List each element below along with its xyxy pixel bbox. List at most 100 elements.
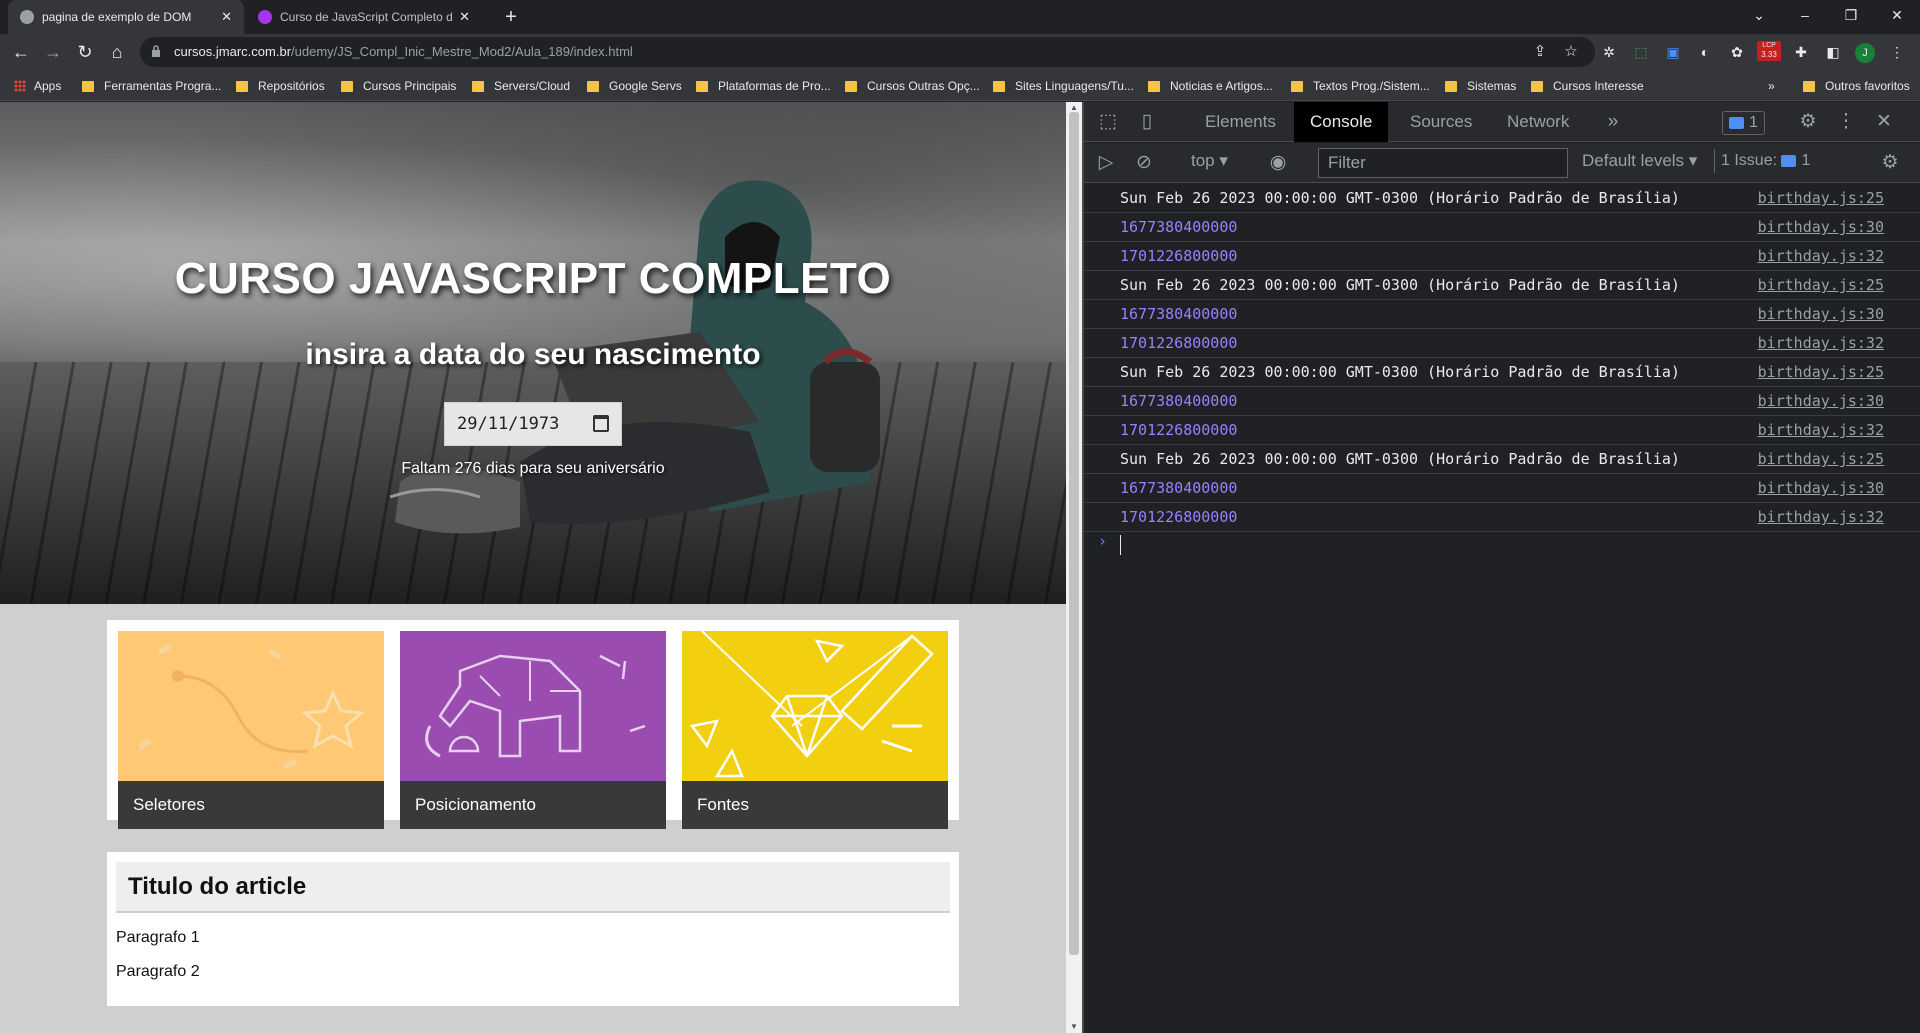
extension-flower-icon[interactable]: ✿ <box>1727 42 1747 62</box>
minimize-icon[interactable]: – <box>1782 0 1828 34</box>
extension-gear-icon[interactable]: ✲ <box>1599 42 1619 62</box>
source-link[interactable]: birthday.js:32 <box>1758 420 1884 441</box>
source-link[interactable]: birthday.js:25 <box>1758 275 1884 296</box>
log-levels-dropdown[interactable]: Default levels ▾ <box>1582 151 1697 171</box>
console-message-text: 1701226800000 <box>1120 508 1238 526</box>
card-posicionamento[interactable]: Posicionamento <box>400 631 666 829</box>
menu-kebab-icon[interactable]: ⋮ <box>1887 42 1907 62</box>
sidebar-toggle-icon[interactable]: ▷ <box>1094 151 1118 175</box>
side-panel-icon[interactable]: ◧ <box>1823 42 1843 62</box>
card-fontes[interactable]: Fontes <box>682 631 948 829</box>
card-image-stars <box>118 631 384 781</box>
birthdate-input[interactable]: 29/11/1973 <box>444 402 622 446</box>
close-window-icon[interactable]: ✕ <box>1874 0 1920 34</box>
messages-badge[interactable]: 1 <box>1722 111 1765 135</box>
bookmark-folder[interactable]: Repositórios <box>236 77 325 95</box>
console-message-text: 1677380400000 <box>1120 305 1238 323</box>
console-prompt[interactable]: › <box>1084 532 1920 558</box>
bookmark-folder[interactable]: Sites Linguagens/Tu... <box>993 77 1134 95</box>
card-label: Fontes <box>682 781 948 829</box>
tab-course[interactable]: Curso de JavaScript Completo do ✕ <box>246 0 482 34</box>
extensions-puzzle-icon[interactable]: ✚ <box>1791 42 1811 62</box>
forward-icon[interactable]: → <box>39 38 67 66</box>
console-message-row: 1701226800000 birthday.js:32 <box>1084 503 1920 532</box>
settings-gear-icon[interactable]: ⚙ <box>1796 110 1820 134</box>
console-settings-gear-icon[interactable]: ⚙ <box>1878 151 1902 175</box>
tab-network[interactable]: Network <box>1491 102 1585 142</box>
inspect-element-icon[interactable]: ⬚ <box>1096 110 1120 134</box>
tab-title: pagina de exemplo de DOM <box>42 10 192 24</box>
bookmark-folder[interactable]: Cursos Outras Opç... <box>845 77 980 95</box>
bookmarks-overflow-button[interactable]: » <box>1768 77 1775 95</box>
extension-icon[interactable]: ▣ <box>1663 42 1683 62</box>
folder-icon <box>1531 80 1543 92</box>
bookmark-apps[interactable]: Apps <box>14 77 61 95</box>
home-icon[interactable]: ⌂ <box>103 38 131 66</box>
article-section: Titulo do article Paragrafo 1 Paragrafo … <box>107 852 959 1006</box>
more-tabs-icon[interactable]: » <box>1601 110 1625 134</box>
source-link[interactable]: birthday.js:30 <box>1758 478 1884 499</box>
clear-console-icon[interactable]: ⊘ <box>1132 151 1156 175</box>
source-link[interactable]: birthday.js:25 <box>1758 188 1884 209</box>
folder-icon <box>341 80 353 92</box>
page-scrollbar-thumb[interactable] <box>1069 112 1079 955</box>
source-link[interactable]: birthday.js:25 <box>1758 362 1884 383</box>
bookmark-folder[interactable]: Ferramentas Progra... <box>82 77 221 95</box>
back-icon[interactable]: ← <box>7 38 35 66</box>
bookmark-folder[interactable]: Servers/Cloud <box>472 77 570 95</box>
bookmark-folder[interactable]: Cursos Interesse <box>1531 77 1644 95</box>
bookmark-folder[interactable]: Noticias e Artigos... <box>1148 77 1273 95</box>
console-filter-input[interactable]: Filter <box>1318 148 1568 178</box>
address-bar[interactable]: cursos.jmarc.com.br/udemy/JS_Compl_Inic_… <box>140 37 1595 67</box>
device-toolbar-icon[interactable]: ▯ <box>1135 110 1159 134</box>
tab-dom-example[interactable]: pagina de exemplo de DOM ✕ <box>8 0 244 34</box>
devtools-menu-icon[interactable]: ⋮ <box>1834 110 1858 134</box>
source-link[interactable]: birthday.js:25 <box>1758 449 1884 470</box>
context-selector[interactable]: top ▾ <box>1191 151 1228 171</box>
source-link[interactable]: birthday.js:32 <box>1758 333 1884 354</box>
console-log: Sun Feb 26 2023 00:00:00 GMT-0300 (Horár… <box>1084 184 1920 558</box>
live-expression-eye-icon[interactable]: ◉ <box>1266 151 1290 175</box>
source-link[interactable]: birthday.js:30 <box>1758 304 1884 325</box>
bookmark-folder[interactable]: Textos Prog./Sistem... <box>1291 77 1430 95</box>
issues-counter[interactable]: 1 Issue: 1 <box>1714 149 1816 173</box>
source-link[interactable]: birthday.js:30 <box>1758 217 1884 238</box>
globe-icon <box>20 10 34 24</box>
bookmark-folder[interactable]: Cursos Principais <box>341 77 456 95</box>
close-tab-icon[interactable]: ✕ <box>459 9 470 25</box>
issue-icon <box>1781 155 1797 167</box>
card-seletores[interactable]: Seletores <box>118 631 384 829</box>
console-message-row: 1701226800000 birthday.js:32 <box>1084 242 1920 271</box>
source-link[interactable]: birthday.js:32 <box>1758 246 1884 267</box>
page-title: CURSO JAVASCRIPT COMPLETO <box>174 254 892 303</box>
folder-icon <box>1148 80 1160 92</box>
restore-icon[interactable]: ❐ <box>1828 0 1874 34</box>
lcp-extension-badge[interactable]: LCP 3.33 <box>1757 41 1781 61</box>
bookmark-folder[interactable]: Google Servs <box>587 77 682 95</box>
reload-icon[interactable]: ↻ <box>71 38 99 66</box>
source-link[interactable]: birthday.js:32 <box>1758 507 1884 528</box>
source-link[interactable]: birthday.js:30 <box>1758 391 1884 412</box>
card-image-diamond <box>682 631 948 781</box>
tab-elements[interactable]: Elements <box>1189 102 1292 142</box>
scroll-down-arrow[interactable]: ▼ <box>1066 1021 1082 1033</box>
bookmark-other-favorites[interactable]: Outros favoritos <box>1803 77 1910 95</box>
profile-avatar[interactable]: J <box>1855 43 1875 63</box>
close-devtools-icon[interactable]: ✕ <box>1872 110 1896 134</box>
bookmark-star-icon[interactable]: ☆ <box>1561 42 1581 62</box>
tab-search-icon[interactable]: ⌄ <box>1736 0 1782 34</box>
tab-sources[interactable]: Sources <box>1394 102 1488 142</box>
bookmark-folder[interactable]: Sistemas <box>1445 77 1516 95</box>
screenshot-extension-icon[interactable]: ⬚ <box>1631 42 1651 62</box>
card-label: Posicionamento <box>400 781 666 829</box>
extension-circle-icon[interactable]: ◐ <box>1695 42 1715 62</box>
calendar-icon[interactable] <box>593 415 609 432</box>
card-image-elephant <box>400 631 666 781</box>
console-message-row: 1677380400000 birthday.js:30 <box>1084 213 1920 242</box>
bookmark-folder[interactable]: Plataformas de Pro... <box>696 77 831 95</box>
close-tab-icon[interactable]: ✕ <box>221 9 232 25</box>
bookmarks-bar: Apps Ferramentas Progra... Repositórios … <box>0 70 1920 101</box>
new-tab-button[interactable]: + <box>498 4 524 30</box>
tab-console[interactable]: Console <box>1294 102 1389 142</box>
share-icon[interactable]: ⇪ <box>1530 42 1550 62</box>
